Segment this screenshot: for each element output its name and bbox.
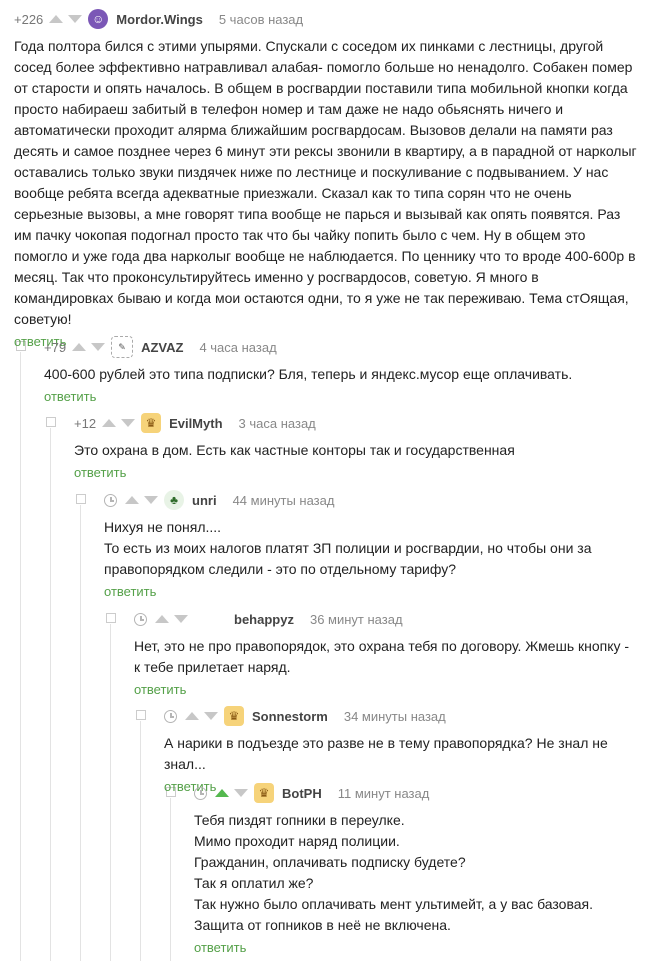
comment-text: А нарики в подъезде это разве не в тему …: [164, 735, 608, 772]
upvote-icon[interactable]: [185, 712, 199, 720]
comment-header: ♛ BotPH 11 минут назад: [194, 782, 638, 804]
comment: behappyz 36 минут назад Нет, это не про …: [134, 608, 638, 699]
comment-header: +226 ☺ Mordor.Wings 5 часов назад: [14, 8, 638, 30]
vote-controls: [72, 343, 106, 351]
downvote-icon[interactable]: [204, 712, 218, 720]
comment-text: Так нужно было оплачивать мент ультимейт…: [194, 896, 593, 933]
comment-rating: +226: [14, 11, 44, 27]
comment-body: Года полтора бился с этими упырями. Спус…: [14, 36, 638, 330]
comment-text: Мимо проходит наряд полиции.: [194, 833, 400, 849]
vote-controls: [215, 789, 248, 797]
upvote-icon[interactable]: [102, 419, 117, 427]
downvote-icon[interactable]: [91, 343, 106, 351]
reply-link[interactable]: ответить: [74, 465, 126, 480]
comment-header: behappyz 36 минут назад: [134, 608, 638, 630]
comment-username[interactable]: unri: [192, 493, 217, 508]
upvote-icon[interactable]: [49, 15, 64, 23]
comment-username[interactable]: Mordor.Wings: [116, 12, 203, 27]
vote-controls: [185, 712, 218, 720]
comment-body: Нет, это не про правопорядок, это охрана…: [134, 636, 638, 678]
reply-link[interactable]: ответить: [44, 389, 96, 404]
comment-text: 400-600 рублей это типа подписки? Бля, т…: [44, 366, 573, 382]
comment-body: Это охрана в дом. Есть как частные конто…: [74, 440, 638, 461]
clock-icon: [194, 786, 207, 800]
cat-avatar-icon[interactable]: ♛: [141, 413, 162, 433]
comment: ♛ BotPH 11 минут назад Тебя пиздят гопни…: [194, 782, 638, 957]
comment-text: Гражданин, оплачивать подписку будете?: [194, 854, 466, 870]
downvote-icon[interactable]: [174, 615, 188, 623]
collapse-toggle[interactable]: [136, 710, 146, 720]
comment-body: 400-600 рублей это типа подписки? Бля, т…: [44, 364, 638, 385]
upvote-icon[interactable]: [155, 615, 169, 623]
unri-avatar-icon[interactable]: ♣: [164, 490, 184, 510]
downvote-icon[interactable]: [234, 789, 248, 797]
comment-header: +79 ✎ AZVAZ 4 часа назад: [44, 336, 638, 358]
clock-icon: [104, 493, 117, 507]
collapse-toggle[interactable]: [106, 613, 116, 623]
comment-time[interactable]: 44 минуты назад: [233, 493, 335, 508]
reply-link[interactable]: ответить: [194, 940, 246, 955]
upvote-icon[interactable]: [215, 789, 229, 797]
comment: +12 ♛ EvilMyth 3 часа назад Это охрана в…: [74, 412, 638, 482]
comment-username[interactable]: AZVAZ: [141, 340, 183, 355]
comment-time[interactable]: 5 часов назад: [219, 12, 303, 27]
vote-controls: [102, 419, 136, 427]
thread-line[interactable]: [20, 352, 21, 961]
collapse-toggle[interactable]: [76, 494, 86, 504]
avatar-placeholder[interactable]: [194, 609, 214, 629]
comment-time[interactable]: 36 минут назад: [310, 612, 403, 627]
comment-username[interactable]: BotPH: [282, 786, 322, 801]
comment-body: А нарики в подъезде это разве не в тему …: [164, 733, 638, 775]
comment-rating: +79: [44, 339, 67, 355]
comment-body: Тебя пиздят гопники в переулке. Мимо про…: [194, 810, 638, 936]
comment-username[interactable]: Sonnestorm: [252, 709, 328, 724]
comment-header: ♣ unri 44 минуты назад: [104, 489, 638, 511]
downvote-icon[interactable]: [121, 419, 136, 427]
comment-time[interactable]: 34 минуты назад: [344, 709, 446, 724]
upvote-icon[interactable]: [125, 496, 139, 504]
comment-text: Так я оплатил же?: [194, 875, 314, 891]
collapse-toggle[interactable]: [46, 417, 56, 427]
comment-time[interactable]: 11 минут назад: [338, 786, 430, 801]
vote-controls: [125, 496, 158, 504]
thread-line[interactable]: [140, 721, 141, 961]
mordor-avatar-icon[interactable]: ☺: [88, 9, 109, 29]
comment-time[interactable]: 3 часа назад: [239, 416, 316, 431]
comment-header: ♛ Sonnestorm 34 минуты назад: [164, 705, 638, 727]
comment-text: Нихуя не понял....: [104, 519, 222, 535]
comment-header: +12 ♛ EvilMyth 3 часа назад: [74, 412, 638, 434]
clock-icon: [134, 612, 147, 626]
thread-line[interactable]: [110, 624, 111, 961]
comment: ♣ unri 44 минуты назад Нихуя не понял...…: [104, 489, 638, 601]
vote-controls: [155, 615, 188, 623]
comment-rating: +12: [74, 415, 97, 431]
upvote-icon[interactable]: [72, 343, 87, 351]
thread-line[interactable]: [170, 798, 171, 961]
downvote-icon[interactable]: [68, 15, 83, 23]
azvaz-avatar-icon[interactable]: ✎: [111, 336, 134, 358]
thread-line[interactable]: [80, 505, 81, 961]
comment-text: Нет, это не про правопорядок, это охрана…: [134, 638, 630, 675]
comment-text: То есть из моих налогов платят ЗП полици…: [104, 540, 592, 577]
comment-text: Тебя пиздят гопники в переулке.: [194, 812, 405, 828]
reply-link[interactable]: ответить: [104, 584, 156, 599]
reply-link[interactable]: ответить: [134, 682, 186, 697]
comment-body: Нихуя не понял.... То есть из моих налог…: [104, 517, 638, 580]
cat-avatar-icon[interactable]: ♛: [224, 706, 244, 726]
comment-time[interactable]: 4 часа назад: [199, 340, 276, 355]
comment-text: Это охрана в дом. Есть как частные конто…: [74, 442, 515, 458]
downvote-icon[interactable]: [144, 496, 158, 504]
comment-username[interactable]: behappyz: [234, 612, 294, 627]
comment-text: Года полтора бился с этими упырями. Спус…: [14, 38, 637, 327]
comment: +226 ☺ Mordor.Wings 5 часов назад Года п…: [14, 8, 638, 351]
comment: +79 ✎ AZVAZ 4 часа назад 400-600 рублей …: [44, 336, 638, 406]
cat-avatar-icon[interactable]: ♛: [254, 783, 274, 803]
vote-controls: [49, 15, 83, 23]
clock-icon: [164, 709, 177, 723]
comment-username[interactable]: EvilMyth: [169, 416, 222, 431]
thread-line[interactable]: [50, 428, 51, 961]
